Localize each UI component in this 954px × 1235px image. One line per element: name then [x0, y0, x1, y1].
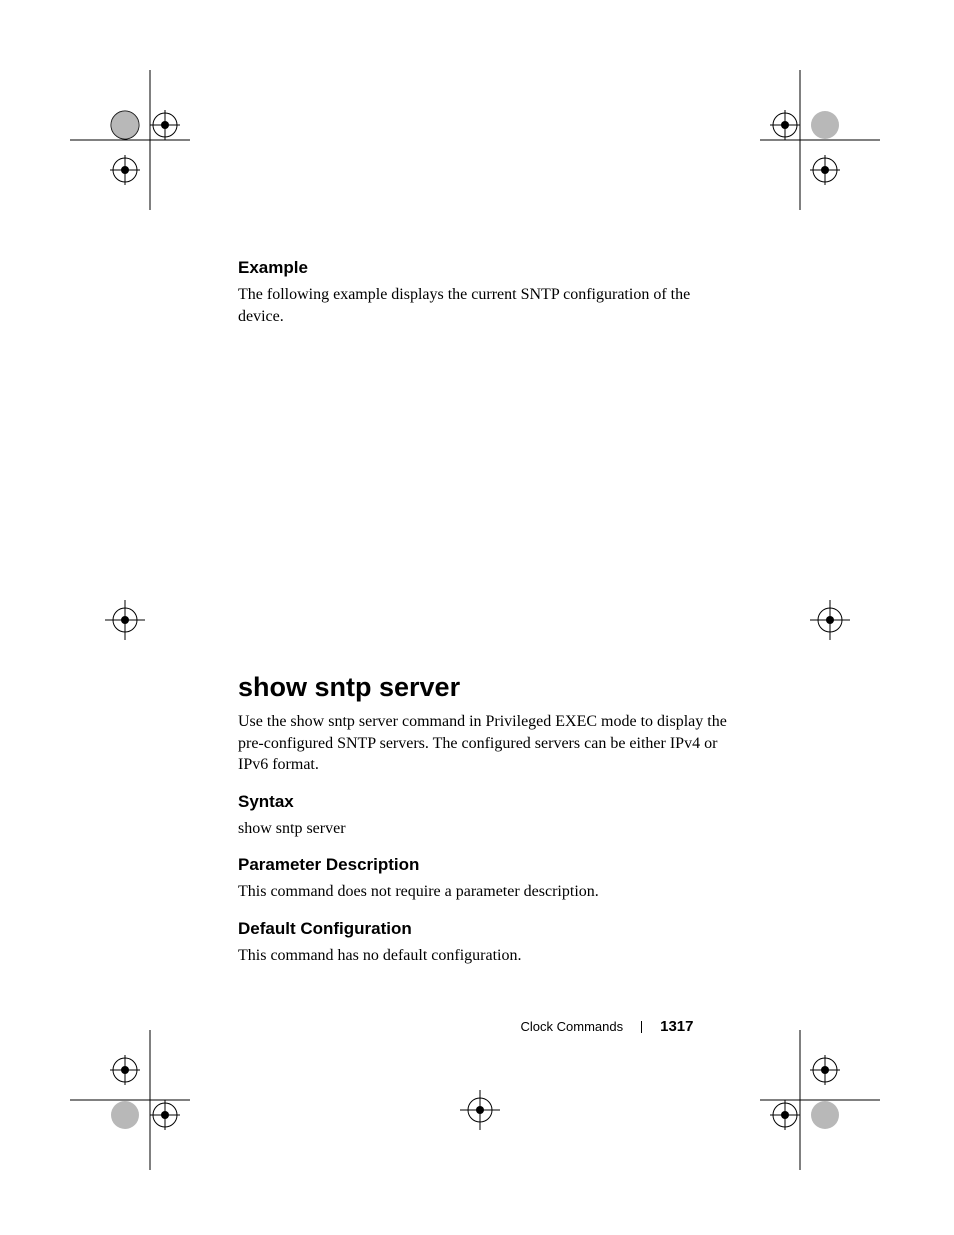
default-configuration-heading: Default Configuration	[238, 919, 728, 939]
default-configuration-subsection: Default Configuration This command has n…	[238, 919, 728, 967]
crop-mark-icon	[800, 590, 860, 650]
parameter-description-subsection: Parameter Description This command does …	[238, 855, 728, 903]
footer-section-name: Clock Commands	[521, 1019, 624, 1034]
crop-mark-icon	[760, 1030, 880, 1170]
crop-mark-icon	[70, 70, 190, 210]
example-section: Example The following example displays t…	[238, 258, 718, 335]
default-configuration-body: This command has no default configuratio…	[238, 945, 728, 967]
command-body: Use the show sntp server command in Priv…	[238, 711, 728, 776]
syntax-subsection: Syntax show sntp server	[238, 792, 728, 840]
crop-mark-icon	[450, 1080, 510, 1140]
syntax-body: show sntp server	[238, 818, 728, 840]
footer-divider-icon	[641, 1021, 642, 1033]
parameter-description-body: This command does not require a paramete…	[238, 881, 728, 903]
example-body: The following example displays the curre…	[238, 284, 718, 327]
example-heading: Example	[238, 258, 718, 278]
syntax-heading: Syntax	[238, 792, 728, 812]
page-number: 1317	[660, 1018, 693, 1035]
parameter-description-heading: Parameter Description	[238, 855, 728, 875]
command-heading: show sntp server	[238, 672, 728, 703]
show-sntp-server-section: show sntp server Use the show sntp serve…	[238, 672, 728, 975]
crop-mark-icon	[70, 1030, 190, 1170]
crop-mark-icon	[760, 70, 880, 210]
crop-mark-icon	[95, 590, 155, 650]
